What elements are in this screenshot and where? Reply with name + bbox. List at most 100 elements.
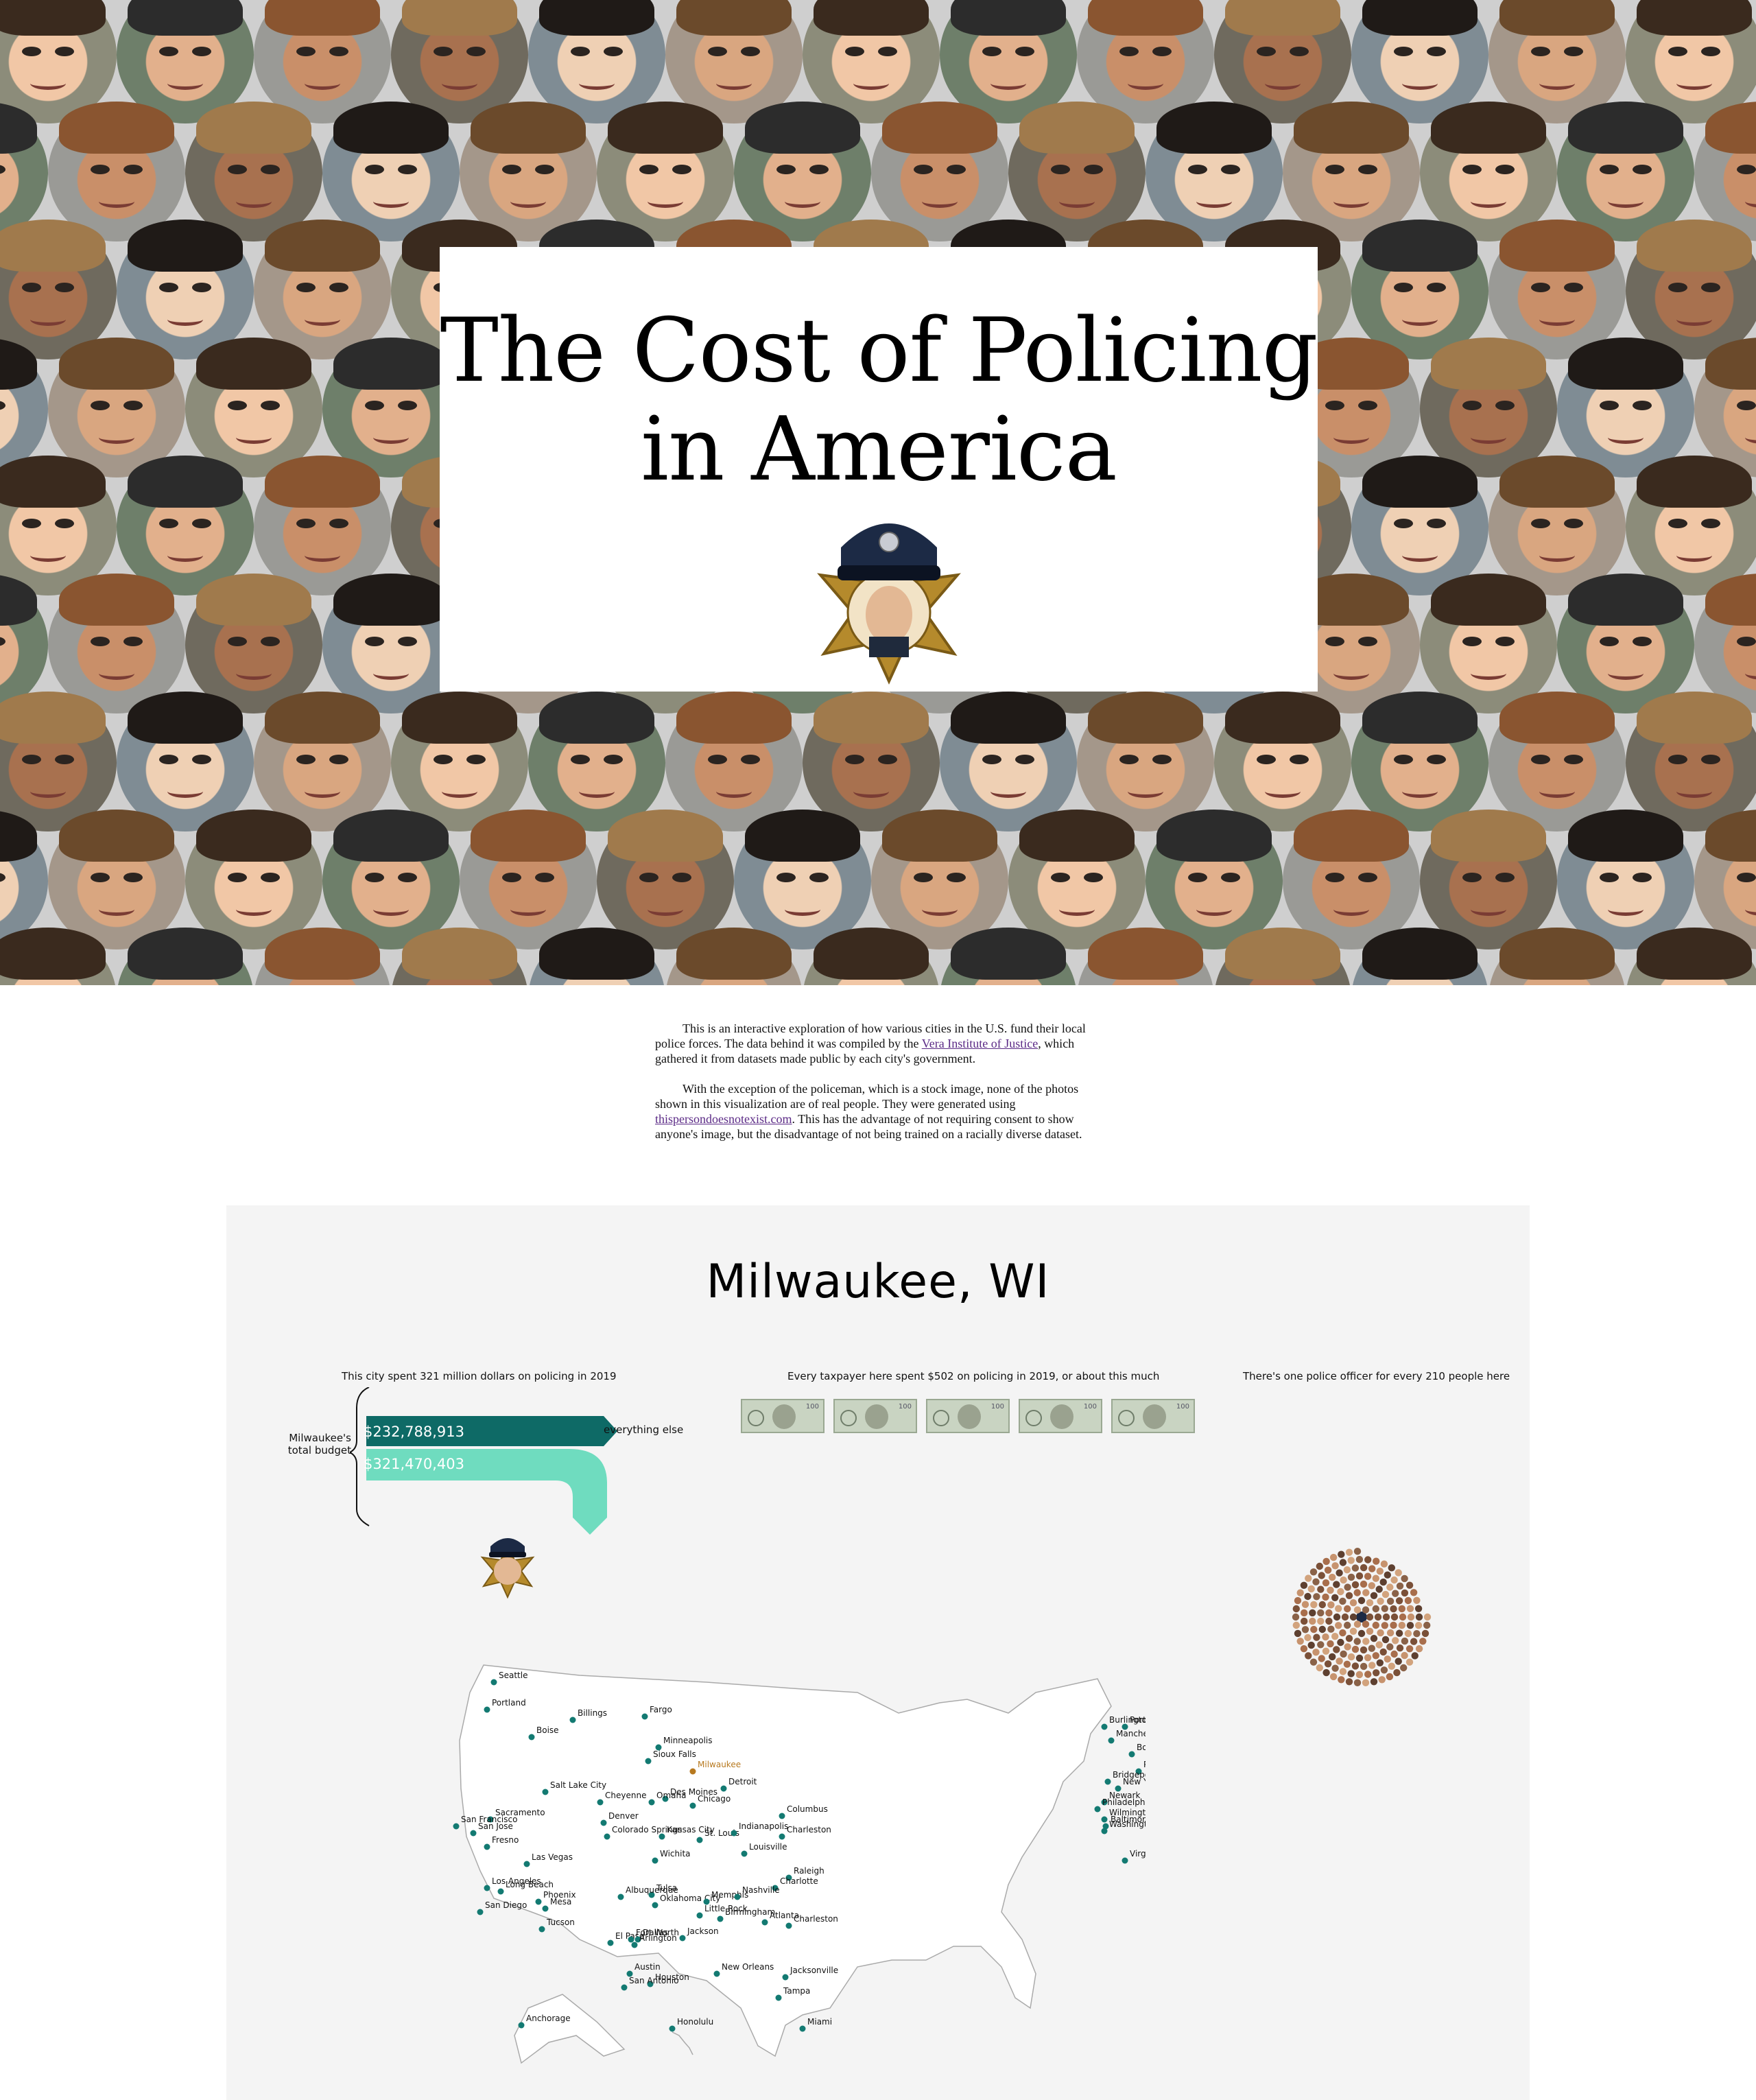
city-marker-burlington[interactable] [1101, 1723, 1108, 1730]
city-label[interactable]: Tucson [546, 1918, 575, 1927]
city-label[interactable]: San Antonio [629, 1976, 679, 1985]
city-marker-columbus[interactable] [779, 1813, 785, 1819]
city-label[interactable]: Nashville [742, 1885, 780, 1895]
city-marker-st-louis[interactable] [696, 1837, 703, 1843]
city-marker-tucson[interactable] [538, 1926, 545, 1933]
city-marker-los-angeles[interactable] [484, 1885, 490, 1891]
city-marker-indianapolis[interactable] [731, 1830, 737, 1837]
city-label[interactable]: Louisville [749, 1842, 787, 1852]
city-label[interactable]: Jacksonville [790, 1966, 838, 1975]
city-marker-mesa[interactable] [542, 1905, 549, 1912]
city-marker-honolulu[interactable] [669, 2025, 676, 2032]
thispersondoesnotexist-link[interactable]: thispersondoesnotexist.com [655, 1112, 792, 1126]
city-label[interactable]: Raleigh [794, 1866, 824, 1876]
city-label[interactable]: Cheyenne [605, 1791, 646, 1800]
city-label[interactable]: Boise [536, 1725, 559, 1735]
city-marker-washington[interactable] [1101, 1828, 1108, 1834]
city-marker-san-francisco[interactable] [453, 1823, 460, 1830]
vera-institute-link[interactable]: Vera Institute of Justice [922, 1037, 1038, 1050]
city-label[interactable]: Honolulu [677, 2017, 713, 2027]
city-marker-boise[interactable] [528, 1734, 535, 1741]
city-marker-cheyenne[interactable] [597, 1799, 604, 1806]
city-label[interactable]: New Orleans [722, 1962, 774, 1972]
city-label[interactable]: Sioux Falls [653, 1749, 696, 1759]
city-label[interactable]: Denver [608, 1811, 639, 1821]
city-label[interactable]: Portland [1130, 1715, 1146, 1725]
city-label[interactable]: Providence [1143, 1760, 1146, 1769]
city-marker-oklahoma-city[interactable] [652, 1902, 658, 1909]
city-label[interactable]: Fresno [492, 1835, 519, 1845]
city-label[interactable]: Arlington [639, 1933, 677, 1943]
city-marker-miami[interactable] [799, 2025, 806, 2032]
city-label[interactable]: Washington [1109, 1819, 1146, 1829]
city-marker-nashville[interactable] [734, 1893, 741, 1900]
city-marker-colorado-springs[interactable] [604, 1833, 610, 1840]
city-marker-louisville[interactable] [741, 1850, 748, 1857]
city-marker-billings[interactable] [569, 1716, 576, 1723]
city-marker-fort-worth[interactable] [628, 1936, 634, 1943]
city-label[interactable]: Seattle [499, 1671, 527, 1680]
city-marker-phoenix[interactable] [535, 1898, 542, 1905]
city-marker-charleston[interactable] [779, 1833, 785, 1840]
city-label[interactable]: San Jose [478, 1821, 513, 1831]
city-label[interactable]: Fargo [650, 1705, 672, 1714]
city-marker-denver[interactable] [600, 1819, 607, 1826]
city-label[interactable]: Charlotte [780, 1876, 818, 1886]
city-marker-tampa[interactable] [775, 1994, 782, 2001]
city-label[interactable]: Long Beach [506, 1880, 554, 1889]
city-label[interactable]: Tampa [783, 1986, 810, 1996]
city-marker-san-diego[interactable] [477, 1909, 484, 1915]
city-label[interactable]: Manchester [1116, 1729, 1146, 1738]
city-label[interactable]: Las Vegas [532, 1852, 573, 1862]
city-label[interactable]: Wichita [660, 1849, 691, 1859]
city-marker-arlington[interactable] [631, 1942, 638, 1948]
city-marker-new-orleans[interactable] [713, 1970, 720, 1977]
city-label[interactable]: Detroit [728, 1777, 757, 1786]
city-marker-detroit[interactable] [720, 1785, 727, 1792]
city-label[interactable]: Birmingham [725, 1907, 775, 1917]
city-marker-san-jose[interactable] [470, 1830, 477, 1837]
city-label[interactable]: Milwaukee [698, 1760, 741, 1769]
city-label[interactable]: Charleston [794, 1914, 838, 1924]
city-marker-atlanta[interactable] [761, 1919, 768, 1926]
city-marker-birmingham[interactable] [717, 1915, 724, 1922]
city-marker-seattle[interactable] [490, 1679, 497, 1686]
city-label[interactable]: Austin [634, 1962, 661, 1972]
city-marker-omaha[interactable] [648, 1799, 655, 1806]
city-label[interactable]: San Diego [485, 1900, 527, 1910]
city-marker-chicago[interactable] [689, 1802, 696, 1809]
city-label[interactable]: Philadelphia [1102, 1797, 1146, 1807]
city-label[interactable]: Indianapolis [739, 1821, 788, 1831]
city-marker-las-vegas[interactable] [523, 1861, 530, 1867]
city-label[interactable]: Mesa [550, 1897, 571, 1907]
city-label[interactable]: Portland [492, 1698, 526, 1708]
city-label[interactable]: Charleston [787, 1825, 831, 1834]
city-marker-boston[interactable] [1128, 1751, 1135, 1758]
city-label[interactable]: Billings [578, 1708, 607, 1718]
city-marker-wilmington[interactable] [1101, 1816, 1108, 1823]
city-marker-salt-lake-city[interactable] [542, 1789, 549, 1795]
city-label[interactable]: Salt Lake City [550, 1780, 606, 1790]
city-marker-jacksonville[interactable] [782, 1974, 789, 1981]
city-marker-fresno[interactable] [484, 1843, 490, 1850]
city-marker-portland[interactable] [484, 1706, 490, 1713]
city-label[interactable]: Chicago [698, 1794, 731, 1804]
city-marker-albuquerque[interactable] [617, 1893, 624, 1900]
city-label[interactable]: Jackson [687, 1926, 719, 1936]
city-label[interactable]: Omaha [656, 1791, 686, 1800]
city-marker-el-paso[interactable] [607, 1939, 614, 1946]
city-marker-charleston[interactable] [785, 1922, 792, 1929]
city-marker-anchorage[interactable] [518, 2022, 525, 2029]
city-marker-manchester[interactable] [1108, 1737, 1115, 1744]
city-marker-san-antonio[interactable] [621, 1984, 628, 1991]
city-marker-philadelphia[interactable] [1094, 1806, 1101, 1813]
city-label[interactable]: Miami [807, 2017, 832, 2027]
city-marker-bridgeport[interactable] [1104, 1778, 1111, 1785]
city-marker-virginia-beach[interactable] [1122, 1857, 1128, 1864]
city-marker-little-rock[interactable] [696, 1912, 703, 1919]
city-marker-wichita[interactable] [652, 1857, 658, 1864]
city-marker-fargo[interactable] [641, 1713, 648, 1720]
city-label[interactable]: Minneapolis [663, 1736, 713, 1745]
city-marker-kansas-city[interactable] [658, 1833, 665, 1840]
city-marker-long-beach[interactable] [497, 1888, 504, 1895]
